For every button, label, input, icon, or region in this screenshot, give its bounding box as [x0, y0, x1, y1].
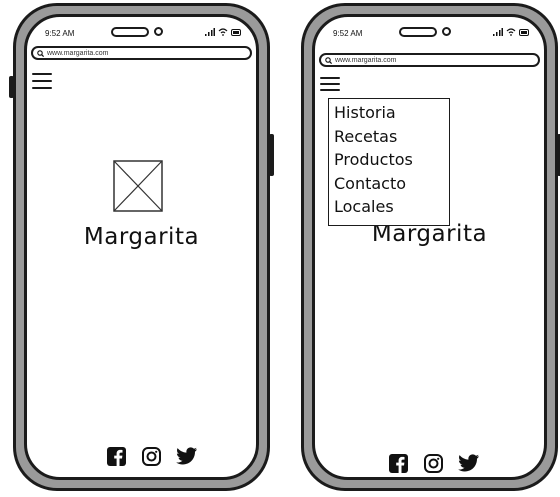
phone-mockup-home: 9:52 AM www.margarita.com Margarita	[9, 3, 274, 491]
speaker-notch	[111, 27, 149, 37]
menu-item-productos[interactable]: Productos	[334, 148, 449, 172]
search-icon	[37, 49, 44, 57]
camera-notch	[442, 27, 451, 36]
menu-item-contacto[interactable]: Contacto	[334, 172, 449, 196]
twitter-icon[interactable]	[458, 453, 480, 474]
dropdown-nav-menu: Historia Recetas Productos Contacto Loca…	[328, 98, 450, 226]
wifi-icon	[218, 28, 228, 36]
menu-item-locales[interactable]: Locales	[334, 195, 449, 219]
signal-icon	[493, 28, 503, 36]
url-text: www.margarita.com	[47, 49, 109, 57]
signal-icon	[205, 28, 215, 36]
search-icon	[325, 56, 332, 64]
social-links	[106, 446, 198, 467]
menu-item-historia[interactable]: Historia	[334, 101, 449, 125]
phone-screen: 9:52 AM www.margarita.com Margarita	[24, 14, 259, 480]
status-icons	[205, 28, 242, 36]
url-bar[interactable]: www.margarita.com	[31, 46, 252, 60]
side-button	[9, 76, 14, 98]
battery-icon	[519, 29, 529, 36]
social-links	[388, 453, 480, 474]
hamburger-menu-icon[interactable]	[32, 73, 52, 89]
hamburger-menu-icon[interactable]	[320, 77, 340, 91]
twitter-icon[interactable]	[176, 446, 198, 467]
instagram-icon[interactable]	[423, 453, 444, 474]
facebook-icon[interactable]	[388, 453, 409, 474]
battery-icon	[231, 29, 241, 36]
status-icons	[493, 28, 530, 36]
camera-notch	[154, 27, 163, 36]
status-time: 9:52 AM	[45, 29, 75, 38]
instagram-icon[interactable]	[141, 446, 162, 467]
side-button	[269, 134, 274, 176]
menu-item-recetas[interactable]: Recetas	[334, 125, 449, 149]
speaker-notch	[399, 27, 437, 37]
phone-mockup-menu-open: 9:52 AM www.margarita.com Margarita Hist…	[301, 3, 560, 491]
brand-title: Margarita	[83, 224, 200, 250]
url-bar[interactable]: www.margarita.com	[319, 53, 540, 67]
url-text: www.margarita.com	[335, 56, 397, 64]
status-time: 9:52 AM	[333, 29, 363, 38]
wifi-icon	[506, 28, 516, 36]
phone-screen: 9:52 AM www.margarita.com Margarita Hist…	[312, 14, 547, 480]
facebook-icon[interactable]	[106, 446, 127, 467]
logo-image-placeholder	[113, 160, 163, 212]
